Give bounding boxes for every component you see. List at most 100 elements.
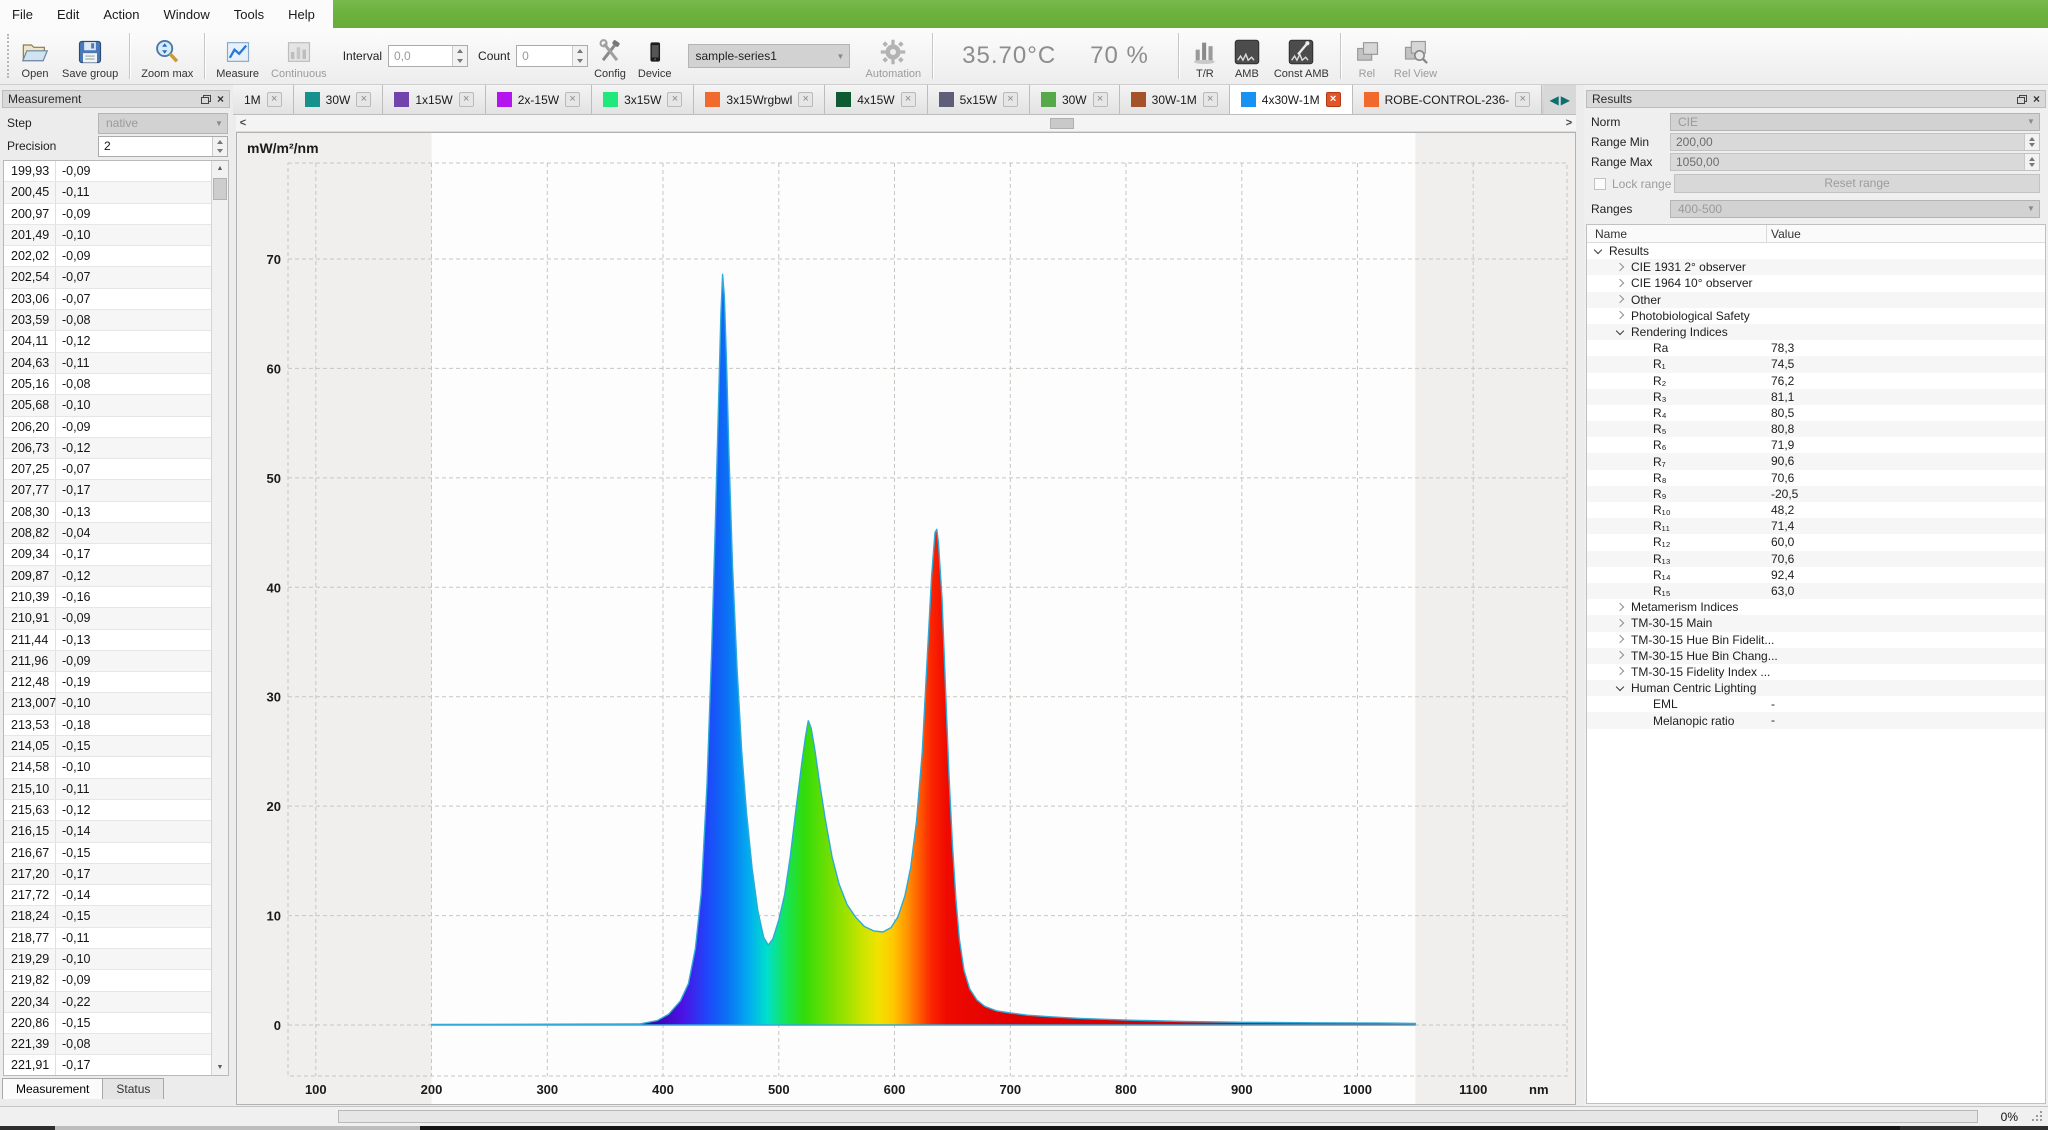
tree-row-r-[interactable]: R₈70,6 <box>1587 470 2045 486</box>
measurement-row[interactable]: 217,20-0,17 <box>4 864 211 885</box>
continuous-button[interactable]: Continuous <box>265 30 333 82</box>
tree-row-r-[interactable]: R₁₂60,0 <box>1587 534 2045 550</box>
config-button[interactable]: Config <box>588 30 632 82</box>
open-button[interactable]: Open <box>14 30 56 82</box>
tab-1x15w[interactable]: 1x15W× <box>383 85 485 114</box>
measurement-row[interactable]: 218,77-0,11 <box>4 928 211 949</box>
tree-row-r-[interactable]: R₂76,2 <box>1587 373 2045 389</box>
measurement-row[interactable]: 220,34-0,22 <box>4 992 211 1013</box>
measurement-row[interactable]: 216,67-0,15 <box>4 843 211 864</box>
tree-row-r-[interactable]: R₁₅63,0 <box>1587 583 2045 599</box>
tab-close-icon[interactable]: × <box>267 92 282 107</box>
measurement-row[interactable]: 219,82-0,09 <box>4 970 211 991</box>
measurement-row[interactable]: 218,24-0,15 <box>4 906 211 927</box>
measurement-row[interactable]: 214,05-0,15 <box>4 736 211 757</box>
tr-button[interactable]: T/R <box>1184 30 1226 82</box>
tree-row-r-[interactable]: R₉-20,5 <box>1587 486 2045 502</box>
measure-button[interactable]: Measure <box>210 30 265 82</box>
const-amb-button[interactable]: Const AMB <box>1268 30 1335 82</box>
measurement-row[interactable]: 205,68-0,10 <box>4 395 211 416</box>
tree-row-other[interactable]: Other <box>1587 292 2045 308</box>
reset-range-button[interactable]: Reset range <box>1674 174 2040 193</box>
tree-row-eml[interactable]: EML- <box>1587 696 2045 712</box>
scroll-up-icon[interactable]: ▲ <box>212 161 228 176</box>
range-max-field[interactable]: 1050,00 <box>1670 153 2040 171</box>
tab-close-icon[interactable]: × <box>1326 92 1341 107</box>
tab-nav-right-icon[interactable]: ▶ <box>1561 93 1570 107</box>
measurement-row[interactable]: 221,91-0,17 <box>4 1055 211 1075</box>
measurement-row[interactable]: 209,34-0,17 <box>4 544 211 565</box>
tab-close-icon[interactable]: × <box>667 92 682 107</box>
series-select[interactable]: sample-series1 ▼ <box>688 44 850 68</box>
measurement-row[interactable]: 202,02-0,09 <box>4 246 211 267</box>
chart-scroll-track[interactable] <box>250 117 1562 130</box>
spectrum-chart-svg[interactable]: 0102030405060701002003004005006007008009… <box>237 133 1575 1104</box>
tab-30w-1m[interactable]: 30W-1M× <box>1120 85 1230 114</box>
scrollbar-thumb[interactable] <box>213 178 227 200</box>
tree-row-cie-1964-10-observer[interactable]: CIE 1964 10° observer <box>1587 275 2045 291</box>
tab-close-icon[interactable]: × <box>356 92 371 107</box>
measurement-row[interactable]: 208,82-0,04 <box>4 523 211 544</box>
menu-edit[interactable]: Edit <box>45 0 91 28</box>
interval-spinner[interactable] <box>452 46 467 66</box>
measurement-row[interactable]: 202,54-0,07 <box>4 267 211 288</box>
measurement-row[interactable]: 209,87-0,12 <box>4 566 211 587</box>
expand-icon[interactable] <box>1616 311 1624 319</box>
measurement-row[interactable]: 208,30-0,13 <box>4 502 211 523</box>
tab-4x30w-1m[interactable]: 4x30W-1M× <box>1230 85 1353 114</box>
measurement-row[interactable]: 211,96-0,09 <box>4 651 211 672</box>
close-panel-icon[interactable]: × <box>2033 94 2040 104</box>
device-button[interactable]: Device <box>632 30 678 82</box>
measurement-row[interactable]: 201,49-0,10 <box>4 225 211 246</box>
measurement-row[interactable]: 204,11-0,12 <box>4 331 211 352</box>
tree-row-r-[interactable]: R₅80,8 <box>1587 421 2045 437</box>
measurement-row[interactable]: 200,45-0,11 <box>4 182 211 203</box>
tab-30w[interactable]: 30W× <box>1030 85 1120 114</box>
tab-robe-control-236-[interactable]: ROBE-CONTROL-236-× <box>1353 85 1543 114</box>
spectrum-chart[interactable]: 0102030405060701002003004005006007008009… <box>236 132 1576 1105</box>
resize-grip-icon[interactable] <box>2040 1119 2042 1121</box>
tree-header-divider[interactable] <box>1766 225 1767 242</box>
tree-row-tm-30-15-main[interactable]: TM-30-15 Main <box>1587 615 2045 631</box>
toolbar-drag-handle[interactable] <box>7 34 11 78</box>
tree-row-r-[interactable]: R₇90,6 <box>1587 453 2045 469</box>
measurement-row[interactable]: 219,29-0,10 <box>4 949 211 970</box>
scroll-down-icon[interactable]: ▼ <box>212 1060 228 1075</box>
tree-row-r-[interactable]: R₁₃70,6 <box>1587 551 2045 567</box>
tab-nav-left-icon[interactable]: ◀ <box>1550 93 1559 107</box>
tree-row-r-[interactable]: R₆71,9 <box>1587 437 2045 453</box>
zoom-max-button[interactable]: Zoom max <box>135 30 199 82</box>
tab-close-icon[interactable]: × <box>459 92 474 107</box>
measurement-row[interactable]: 203,59-0,08 <box>4 310 211 331</box>
ranges-select[interactable]: 400-500 ▼ <box>1670 200 2040 218</box>
tree-row-tm-30-15-hue-bin-fidelit-[interactable]: TM-30-15 Hue Bin Fidelit... <box>1587 632 2045 648</box>
interval-field[interactable]: 0,0 <box>388 45 468 67</box>
chart-horizontal-scrollbar[interactable]: < > <box>236 115 1576 132</box>
norm-select[interactable]: CIE ▼ <box>1670 113 2040 131</box>
tree-row-photobiological-safety[interactable]: Photobiological Safety <box>1587 308 2045 324</box>
chart-scroll-left-icon[interactable]: < <box>236 117 250 129</box>
tree-row-r-[interactable]: R₁₁71,4 <box>1587 518 2045 534</box>
count-spinner[interactable] <box>572 46 587 66</box>
menu-file[interactable]: File <box>0 0 45 28</box>
menu-tools[interactable]: Tools <box>222 0 276 28</box>
expand-icon[interactable] <box>1616 651 1624 659</box>
measurement-row[interactable]: 203,06-0,07 <box>4 289 211 310</box>
measurement-row[interactable]: 217,72-0,14 <box>4 885 211 906</box>
measurement-row[interactable]: 214,58-0,10 <box>4 757 211 778</box>
measurement-row[interactable]: 213,007-0,10 <box>4 693 211 714</box>
tab-close-icon[interactable]: × <box>901 92 916 107</box>
tree-row-tm-30-15-hue-bin-chang-[interactable]: TM-30-15 Hue Bin Chang... <box>1587 648 2045 664</box>
step-select[interactable]: native ▼ <box>98 113 228 134</box>
measurement-row[interactable]: 204,63-0,11 <box>4 353 211 374</box>
tree-row-melanopic-ratio[interactable]: Melanopic ratio- <box>1587 712 2045 728</box>
measurement-row[interactable]: 206,73-0,12 <box>4 438 211 459</box>
tab-close-icon[interactable]: × <box>565 92 580 107</box>
measurement-row[interactable]: 220,86-0,15 <box>4 1013 211 1034</box>
tab-2x-15w[interactable]: 2x-15W× <box>486 85 592 114</box>
menu-action[interactable]: Action <box>91 0 151 28</box>
measurement-row[interactable]: 210,91-0,09 <box>4 608 211 629</box>
automation-button[interactable]: Automation <box>860 30 928 82</box>
save-group-button[interactable]: Save group <box>56 30 124 82</box>
menu-help[interactable]: Help <box>276 0 327 28</box>
